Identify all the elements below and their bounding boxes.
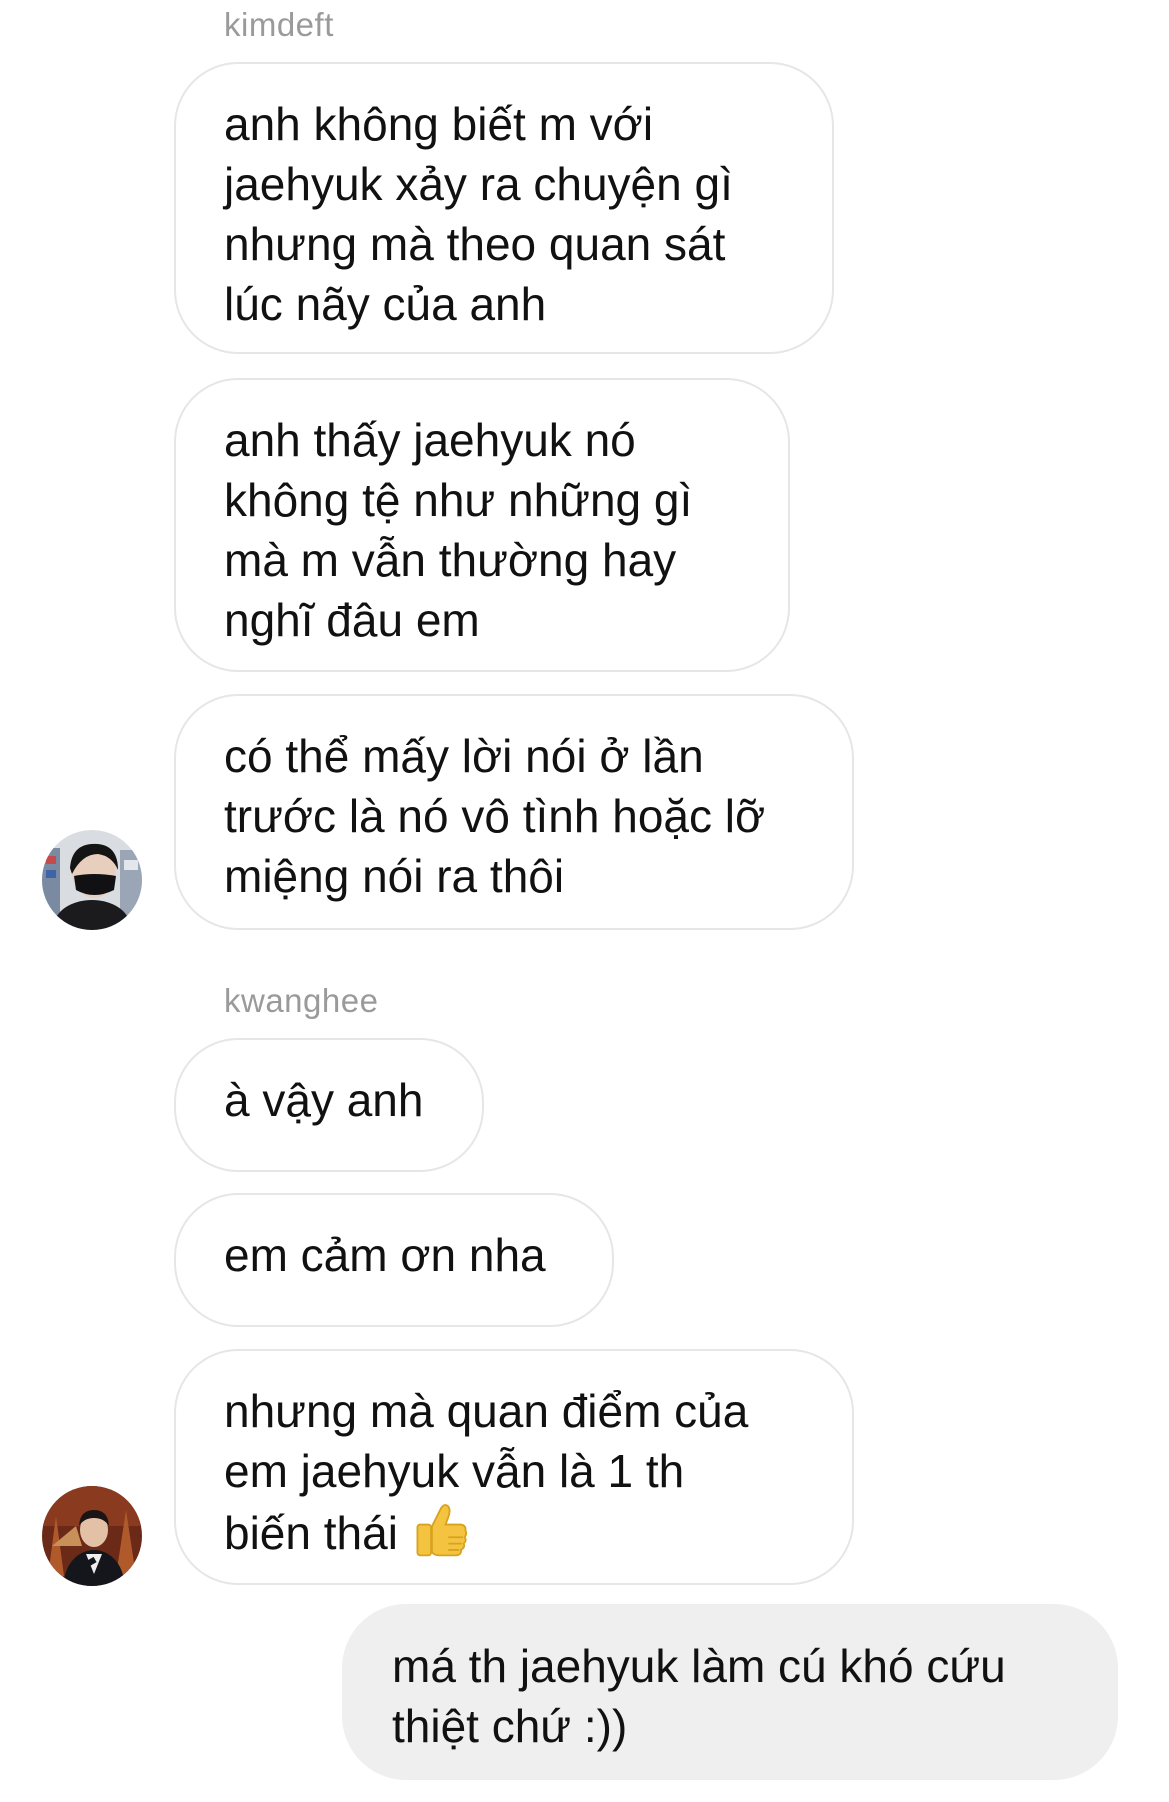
- message-line: biến thái: [224, 1507, 398, 1559]
- message-line: em cảm ơn nha: [224, 1229, 546, 1281]
- message-line: thiệt chứ :)): [392, 1700, 628, 1752]
- message-line: má th jaehyuk làm cú khó cứu: [392, 1640, 1006, 1692]
- message-bubble[interactable]: anh không biết m với jaehyuk xảy ra chuy…: [174, 62, 834, 354]
- message-line-with-emoji: biến thái: [224, 1501, 804, 1563]
- profile-photo-masked-person-icon: [42, 830, 142, 930]
- message-bubble[interactable]: nhưng mà quan điểm của em jaehyuk vẫn là…: [174, 1349, 854, 1585]
- message-line: em jaehyuk vẫn là 1 th: [224, 1445, 685, 1497]
- thumbs-up-icon: [416, 1504, 468, 1557]
- sender-name: kimdeft: [224, 6, 334, 43]
- message-bubble[interactable]: anh thấy jaehyuk nó không tệ như những g…: [174, 378, 790, 672]
- message-line: jaehyuk xảy ra chuyện gì: [224, 158, 733, 210]
- sender-name: kwanghee: [224, 982, 379, 1019]
- message-line: không tệ như những gì: [224, 474, 693, 526]
- message-line: à vậy anh: [224, 1074, 424, 1126]
- avatar[interactable]: [42, 830, 142, 930]
- message-line: mà m vẫn thường hay: [224, 534, 677, 586]
- message-line: có thể mấy lời nói ở lần: [224, 730, 704, 782]
- message-line: nhưng mà quan điểm của: [224, 1385, 749, 1437]
- avatar[interactable]: [42, 1486, 142, 1586]
- message-line: miệng nói ra thôi: [224, 850, 565, 902]
- message-line: anh thấy jaehyuk nó: [224, 414, 636, 466]
- message-line: anh không biết m với: [224, 98, 654, 150]
- message-bubble[interactable]: em cảm ơn nha: [174, 1193, 614, 1327]
- message-line: lúc nãy của anh: [224, 278, 547, 330]
- message-line: trước là nó vô tình hoặc lỡ: [224, 790, 766, 842]
- outgoing-message-bubble[interactable]: má th jaehyuk làm cú khó cứu thiệt chứ :…: [342, 1604, 1118, 1780]
- profile-photo-person-in-suit-icon: [42, 1486, 142, 1586]
- message-line: nhưng mà theo quan sát: [224, 218, 726, 270]
- message-bubble[interactable]: có thể mấy lời nói ở lần trước là nó vô …: [174, 694, 854, 930]
- message-bubble[interactable]: à vậy anh: [174, 1038, 484, 1172]
- message-line: nghĩ đâu em: [224, 594, 480, 646]
